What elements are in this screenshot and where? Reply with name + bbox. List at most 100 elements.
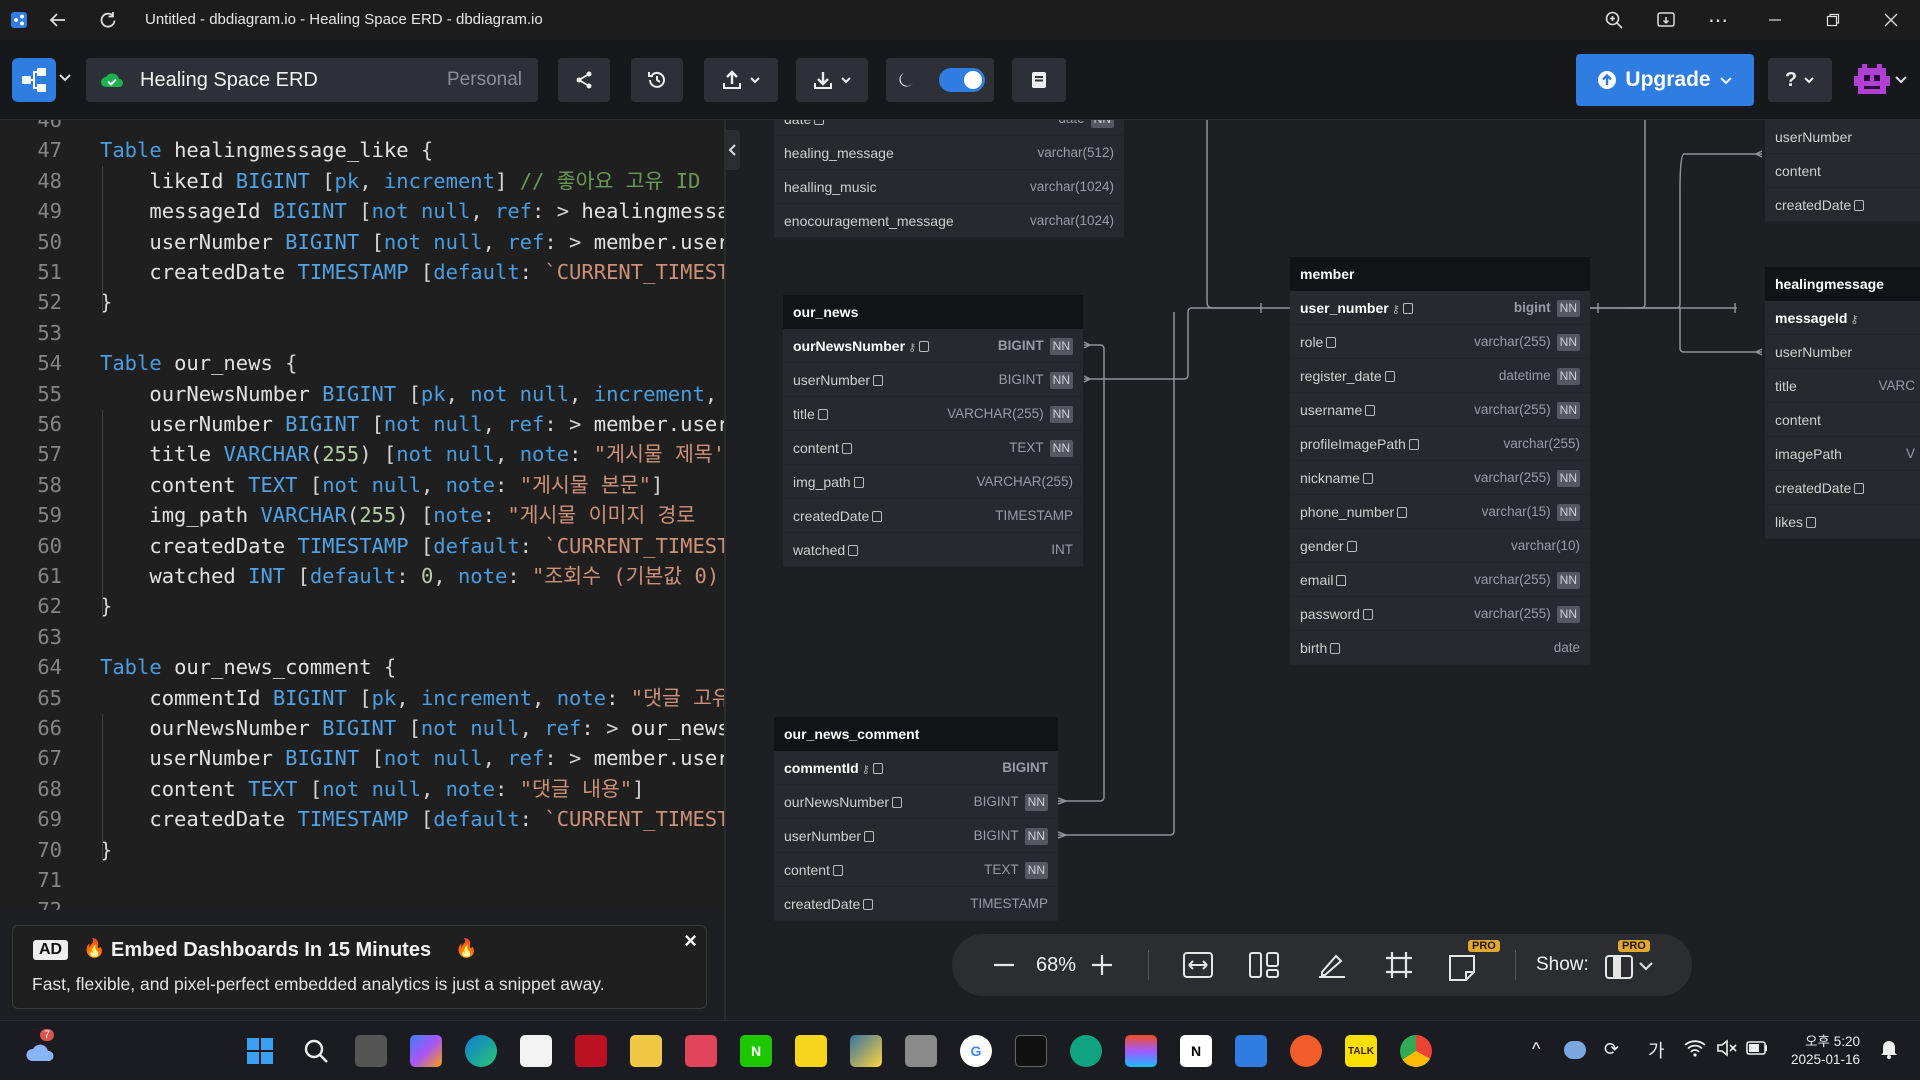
code-line[interactable]: 50 userNumber BIGINT [not null, ref: > m… (0, 227, 724, 257)
code-line[interactable]: 64 Table our_news_comment { (0, 652, 724, 682)
google-icon[interactable]: G (960, 1035, 992, 1067)
help-button[interactable]: ? (1768, 58, 1832, 102)
code-line[interactable]: 60 createdDate TIMESTAMP [default: `CURR… (0, 531, 724, 561)
table-field-row[interactable]: watched INT (783, 533, 1083, 567)
restore-icon[interactable] (1818, 0, 1848, 40)
code-line[interactable]: 63 (0, 622, 724, 652)
table-header[interactable]: healingmessage (1765, 267, 1920, 301)
table-field-row[interactable]: imagePath V (1765, 437, 1920, 471)
ime-indicator[interactable]: 가 (1648, 1037, 1665, 1063)
minimize-icon[interactable] (1760, 0, 1790, 40)
close-icon[interactable] (1876, 0, 1906, 40)
code-line[interactable]: 69 createdDate TIMESTAMP [default: `CURR… (0, 804, 724, 834)
layout-panel-icon[interactable] (1604, 952, 1634, 980)
table-field-row[interactable]: gender varchar(10) (1290, 529, 1590, 563)
kakaotalk-icon[interactable]: TALK (1345, 1035, 1377, 1067)
app-gray-icon[interactable] (905, 1035, 937, 1067)
ad-close-button[interactable]: × (684, 928, 697, 954)
table-field-row[interactable]: createdDate TIMESTAMP (783, 499, 1083, 533)
table-our-news-comment[interactable]: our_news_comment commentId ⚷ BIGINT ourNews… (774, 717, 1058, 921)
table-field-row[interactable]: profileImagePath varchar(255) (1290, 427, 1590, 461)
table-field-row[interactable]: userNumber (1765, 335, 1920, 369)
code-line[interactable]: 51 createdDate TIMESTAMP [default: `CURR… (0, 257, 724, 287)
zoom-out-icon[interactable] (992, 954, 1016, 976)
table-field-row[interactable]: phone_number varchar(15) NN (1290, 495, 1590, 529)
fit-to-screen-icon[interactable] (1182, 951, 1214, 979)
table-our-news[interactable]: our_news ourNewsNumber ⚷ BIGINT NN userNumbe… (783, 295, 1083, 567)
table-field-row[interactable]: createdDate (1765, 188, 1920, 222)
table-field-row[interactable]: enocouragement_message varchar(1024) (774, 204, 1124, 238)
share-button[interactable] (558, 58, 610, 102)
code-line[interactable]: 72 (0, 895, 724, 910)
code-line[interactable]: 52} (0, 287, 724, 317)
sticky-note-icon[interactable] (1448, 952, 1482, 982)
ad-banner[interactable]: AD 🔥 Embed Dashboards In 15 Minutes 🔥 Fa… (12, 925, 707, 1009)
table-field-row[interactable]: userNumber BIGINT NN (774, 819, 1058, 853)
code-line[interactable]: 61 watched INT [default: 0, note: "조회수 (… (0, 561, 724, 591)
file-explorer-icon[interactable] (630, 1035, 662, 1067)
code-line[interactable]: 56 userNumber BIGINT [not null, ref: > m… (0, 409, 724, 439)
code-line[interactable]: 65 commentId BIGINT [pk, increment, note… (0, 683, 724, 713)
weather-icon[interactable]: 7 (24, 1029, 60, 1070)
clock-time[interactable]: 오후 5:20 (1780, 1030, 1860, 1050)
table-field-row[interactable]: messageId ⚷ (1765, 301, 1920, 335)
table-field-row[interactable]: password varchar(255) NN (1290, 597, 1590, 631)
back-icon[interactable] (44, 0, 72, 40)
windows-start-icon[interactable] (244, 1035, 276, 1067)
avatar-chevron-down-icon[interactable] (1894, 73, 1908, 92)
code-line[interactable]: 48 likeId BIGINT [pk, increment] // 좋아요 … (0, 166, 724, 196)
table-field-row[interactable]: role varchar(255) NN (1290, 325, 1590, 359)
table-field-row[interactable]: userNumber BIGINT NN (783, 363, 1083, 397)
code-line[interactable]: 66 ourNewsNumber BIGINT [not null, ref: … (0, 713, 724, 743)
volume-muted-icon[interactable] (1716, 1039, 1738, 1062)
table-field-row[interactable]: createdDate TIMESTAMP (774, 887, 1058, 921)
chrome-icon[interactable] (1400, 1035, 1432, 1067)
table-field-row[interactable]: commentId ⚷ BIGINT (774, 751, 1058, 785)
clock-date[interactable]: 2025-01-16 (1780, 1052, 1860, 1067)
search-icon[interactable] (300, 1035, 332, 1067)
auto-arrange-icon[interactable] (1248, 951, 1280, 979)
table-field-row[interactable]: content (1765, 403, 1920, 437)
highlight-icon[interactable] (1316, 950, 1348, 980)
dbdiagram-taskbar-icon[interactable] (1235, 1035, 1267, 1067)
battery-icon[interactable] (1746, 1041, 1768, 1060)
table-field-row[interactable]: img_path VARCHAR(255) (783, 465, 1083, 499)
table-field-row[interactable]: email varchar(255) NN (1290, 563, 1590, 597)
avatar[interactable] (1852, 60, 1892, 100)
onedrive-icon[interactable] (1564, 1041, 1586, 1059)
code-line[interactable]: 70} (0, 835, 724, 865)
code-line[interactable]: 71 (0, 865, 724, 895)
figma-icon[interactable] (1125, 1035, 1157, 1067)
sticky-notes-icon[interactable] (795, 1035, 827, 1067)
table-field-row[interactable]: title VARCHAR(255) NN (783, 397, 1083, 431)
table-field-row[interactable]: userNumber (1765, 120, 1920, 154)
code-line[interactable]: 58 content TEXT [not null, note: "게시물 본문… (0, 470, 724, 500)
more-icon[interactable]: ⋯ (1704, 0, 1732, 40)
table-partial-top[interactable]: datedateNNhealing_messagevarchar(512)hea… (774, 120, 1124, 238)
import-button[interactable] (796, 58, 868, 102)
theme-toggle[interactable] (886, 58, 994, 102)
edge-icon[interactable] (465, 1035, 497, 1067)
table-field-row[interactable]: nickname varchar(255) NN (1290, 461, 1590, 495)
task-view-icon[interactable] (355, 1035, 387, 1067)
code-editor[interactable]: 46 47 Table healingmessage_like {48 likeId… (0, 120, 724, 910)
postman-icon[interactable] (1290, 1035, 1322, 1067)
table-field-row[interactable]: ourNewsNumber ⚷ BIGINT NN (783, 329, 1083, 363)
dbdiagram-logo[interactable] (12, 58, 56, 102)
code-line[interactable]: 55 ourNewsNumber BIGINT [pk, not null, i… (0, 379, 724, 409)
dark-mode-switch[interactable] (939, 68, 985, 92)
history-button[interactable] (631, 58, 683, 102)
table-field-row[interactable]: likes (1765, 505, 1920, 539)
code-line[interactable]: 47 Table healingmessage_like { (0, 135, 724, 165)
sync-icon[interactable]: ⟳ (1604, 1039, 1619, 1060)
export-button[interactable] (704, 58, 778, 102)
table-healingmessage[interactable]: healingmessage messageId ⚷ userNumber title… (1765, 267, 1920, 539)
table-field-row[interactable]: healing_message varchar(512) (774, 136, 1124, 170)
logo-menu-chevron-down-icon[interactable] (58, 70, 72, 89)
table-field-row[interactable]: title VARC (1765, 369, 1920, 403)
table-field-row[interactable]: content (1765, 154, 1920, 188)
code-line[interactable]: 54 Table our_news { (0, 348, 724, 378)
python-icon[interactable] (850, 1035, 882, 1067)
sync-app-icon[interactable] (685, 1035, 717, 1067)
table-field-row[interactable]: ourNewsNumber BIGINT NN (774, 785, 1058, 819)
